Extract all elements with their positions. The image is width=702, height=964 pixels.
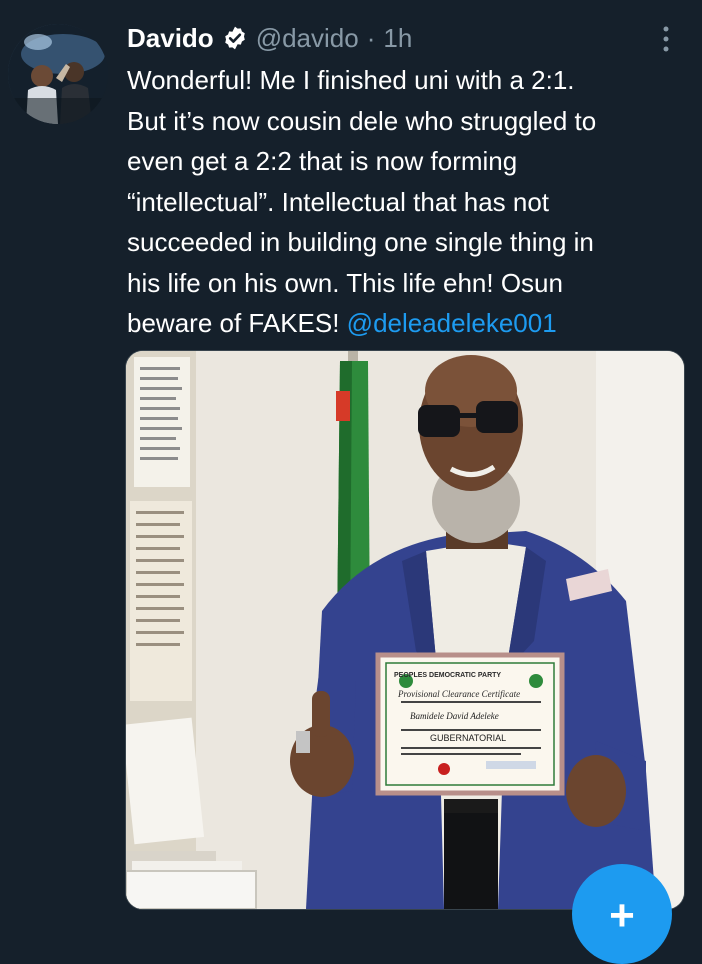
photo-image: PEOPLES DEMOCRATIC PARTY Provisional Cle…: [126, 351, 684, 909]
tweet-header: Davido @davido · 1h: [127, 18, 412, 58]
author-name[interactable]: Davido: [127, 23, 214, 54]
tweet-text-last-line: beware of FAKES! @deleadeleke001: [127, 303, 692, 344]
tweet-text-line: his life on his own. This life ehn! Osun: [127, 267, 563, 298]
verified-badge-icon: [222, 25, 248, 51]
avatar-image: [8, 24, 108, 124]
tweet-text-line: succeeded in building one single thing i…: [127, 227, 594, 257]
tweet-photo[interactable]: PEOPLES DEMOCRATIC PARTY Provisional Cle…: [125, 350, 685, 910]
more-options-icon[interactable]: [652, 22, 680, 56]
tweet-text: Wonderful! Me I finished uni with a 2:1.…: [127, 60, 692, 344]
mention-link[interactable]: @deleadeleke001: [347, 308, 557, 338]
certificate-party: PEOPLES DEMOCRATIC PARTY: [394, 672, 501, 679]
compose-plus-icon: +: [609, 891, 635, 940]
compose-tweet-button[interactable]: +: [572, 864, 672, 964]
certificate-name: Bamidele David Adeleke: [410, 711, 499, 721]
author-handle[interactable]: @davido: [256, 23, 359, 54]
header-separator: ·: [366, 22, 376, 53]
certificate-title: Provisional Clearance Certificate: [397, 689, 520, 699]
tweet[interactable]: Davido @davido · 1h Wonderful! Me I fini…: [0, 0, 702, 964]
tweet-text-segment: beware of FAKES!: [127, 308, 347, 338]
tweet-timestamp[interactable]: 1h: [383, 23, 412, 54]
tweet-text-line: “intellectual”. Intellectual that has no…: [127, 186, 550, 217]
tweet-text-line: But it’s now cousin dele who struggled t…: [127, 105, 597, 136]
tweet-text-line: even get a 2:2 that is now forming: [127, 146, 518, 176]
certificate-office: GUBERNATORIAL: [430, 733, 506, 743]
tweet-text-line: Wonderful! Me I finished uni with a 2:1.: [127, 65, 575, 95]
avatar[interactable]: [8, 24, 108, 124]
